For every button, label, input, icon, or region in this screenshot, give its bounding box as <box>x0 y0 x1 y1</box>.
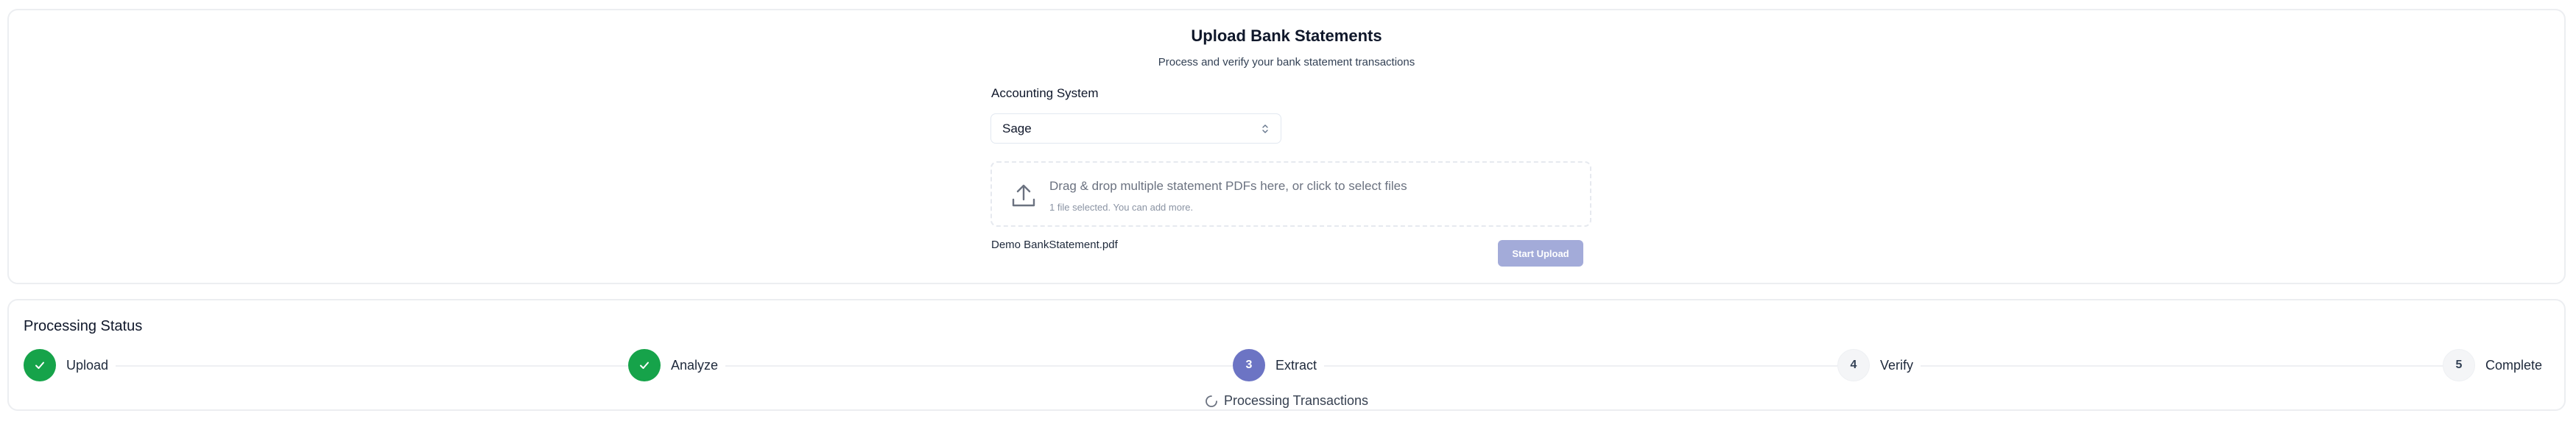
step-label: Complete <box>2485 357 2543 373</box>
chevron-up-down-icon <box>1261 122 1270 135</box>
step-number: 5 <box>2443 349 2475 381</box>
dropzone-instructions: Drag & drop multiple statement PDFs here… <box>1049 179 1407 193</box>
check-icon <box>628 349 661 381</box>
upload-icon <box>1010 182 1038 210</box>
step-label: Extract <box>1275 357 1317 373</box>
spinner-icon <box>1206 395 1217 407</box>
step-analyze: Analyze <box>628 349 726 381</box>
processing-text: Processing Transactions <box>1223 393 1369 408</box>
check-icon <box>24 349 56 381</box>
step-extract: 3 Extract <box>1233 349 1325 381</box>
selected-file-name: Demo BankStatement.pdf <box>991 239 1118 251</box>
accounting-system-label: Accounting System <box>991 86 1099 100</box>
file-dropzone[interactable]: Drag & drop multiple statement PDFs here… <box>990 161 1591 227</box>
accounting-system-value: Sage <box>1002 121 1032 135</box>
dropzone-file-count: 1 file selected. You can add more. <box>1049 202 1194 213</box>
start-upload-button[interactable]: Start Upload <box>1498 240 1583 267</box>
processing-status-title: Processing Status <box>24 318 143 334</box>
step-label: Verify <box>1880 357 1914 373</box>
step-complete: 5 Complete <box>2443 349 2550 381</box>
step-upload: Upload <box>24 349 116 381</box>
processing-status-card: Processing Status Upload Analyze 3 Extra… <box>7 299 2566 411</box>
step-verify: 4 Verify <box>1837 349 1921 381</box>
processing-indicator: Processing Transactions <box>9 393 2564 409</box>
upload-card: Upload Bank Statements Process and verif… <box>7 9 2566 284</box>
step-number: 4 <box>1837 349 1870 381</box>
page-subtitle: Process and verify your bank statement t… <box>1158 56 1415 68</box>
page-title: Upload Bank Statements <box>1191 27 1382 45</box>
step-number: 3 <box>1233 349 1265 381</box>
accounting-system-select[interactable]: Sage <box>990 113 1281 144</box>
step-label: Upload <box>66 357 109 373</box>
step-label: Analyze <box>671 357 719 373</box>
